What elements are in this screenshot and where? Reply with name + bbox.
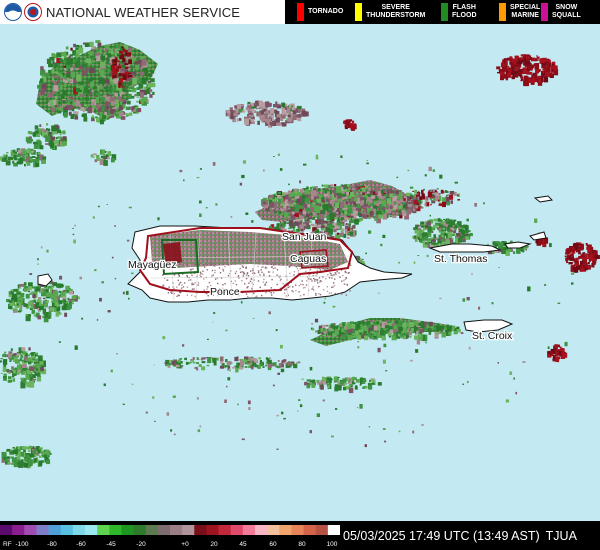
warnings-legend: TORNADO SEVERE THUNDERSTORM FLASH FLOOD SPECI… [285, 0, 600, 24]
warning-label: SNOW SQUALL [552, 4, 581, 19]
warning-color-swatch [297, 3, 304, 21]
logo-group [4, 3, 42, 21]
echo-south-low [304, 376, 382, 394]
echo-red-e1 [564, 242, 600, 273]
radar-site-id: TJUA [545, 528, 577, 543]
place-label-san-juan: San Juan [282, 231, 327, 243]
echo-red-n [343, 119, 357, 131]
warning-label: SEVERE THUNDERSTORM [366, 4, 426, 19]
warning-legend-tornado: TORNADO [297, 0, 343, 24]
radar-frame: NATIONAL WEATHER SERVICE TORNADO SEVERE TH… [0, 0, 600, 550]
timestamp: 05/03/2025 17:49 UTC (13:49 AST) [343, 528, 540, 543]
echo-west-strip [0, 148, 47, 168]
place-label-st-croix: St. Croix [472, 330, 513, 342]
scale-color-bar [0, 525, 340, 535]
radar-map[interactable]: San Juan Mayagüez Caguas Ponce St. Thomas St.… [0, 24, 600, 521]
scale-tick: 100 [327, 541, 338, 548]
anegada-island [529, 231, 547, 241]
scale-tick: +0 [181, 541, 189, 548]
echo-southwest [0, 347, 47, 389]
scale-tick: 45 [239, 541, 247, 548]
warning-color-swatch [541, 3, 548, 21]
agency-brand[interactable]: NATIONAL WEATHER SERVICE [0, 0, 285, 24]
warning-label: SPECIAL MARINE [510, 4, 541, 19]
warning-legend-snow-squall: SNOW SQUALL [541, 0, 581, 24]
echo-red-e2 [547, 344, 568, 363]
scale-tick: 20 [210, 541, 218, 548]
reflectivity-scale: RF -100 -80 -60 -45 -20 +0 20 45 60 80 100 [0, 525, 340, 548]
scale-tick: -80 [47, 541, 57, 548]
warning-color-swatch [499, 3, 506, 21]
scale-tick: 80 [298, 541, 306, 548]
scale-tick: -45 [106, 541, 116, 548]
echo-west-offshore [6, 280, 80, 323]
footer-bar: RF -100 -80 -60 -45 -20 +0 20 45 60 80 100 05/03/20… [0, 521, 600, 550]
header-bar: NATIONAL WEATHER SERVICE TORNADO SEVERE TH… [0, 0, 600, 24]
warning-legend-special-marine: SPECIAL MARINE [499, 0, 540, 24]
place-label-mayaguez: Mayagüez [128, 259, 176, 271]
echo-south-mid [164, 356, 301, 373]
noaa-logo-icon [4, 3, 22, 21]
echo-nw-small [25, 123, 68, 150]
warning-legend-severe-thunderstorm: SEVERE THUNDERSTORM [355, 0, 425, 24]
warning-label: TORNADO [308, 8, 344, 15]
echo-sw-far [1, 445, 52, 469]
nws-logo-icon [24, 3, 42, 21]
timestamp-block: 05/03/2025 17:49 UTC (13:49 AST) TJUA [343, 521, 600, 550]
scale-tick-labels: RF -100 -80 -60 -45 -20 +0 20 45 60 80 100 [3, 541, 338, 548]
scale-tick: -100 [15, 541, 28, 548]
warning-legend-flash-flood: FLASH FLOOD [441, 0, 477, 24]
place-label-st-thomas: St. Thomas [434, 253, 488, 265]
echo-nw-dots [90, 149, 117, 166]
warning-label: FLASH FLOOD [452, 4, 477, 19]
scale-prefix: RF [3, 541, 12, 548]
agency-title: NATIONAL WEATHER SERVICE [46, 4, 241, 20]
warning-color-swatch [441, 3, 448, 21]
scale-tick: -20 [136, 541, 146, 548]
place-label-caguas: Caguas [290, 253, 326, 265]
echo-red-ne [496, 54, 559, 87]
scale-tick: -60 [76, 541, 86, 548]
warning-color-swatch [355, 3, 362, 21]
place-label-ponce: Ponce [210, 286, 240, 298]
tortola-island [533, 195, 554, 203]
scale-tick: 60 [269, 541, 277, 548]
echo-mid-north [225, 100, 309, 128]
